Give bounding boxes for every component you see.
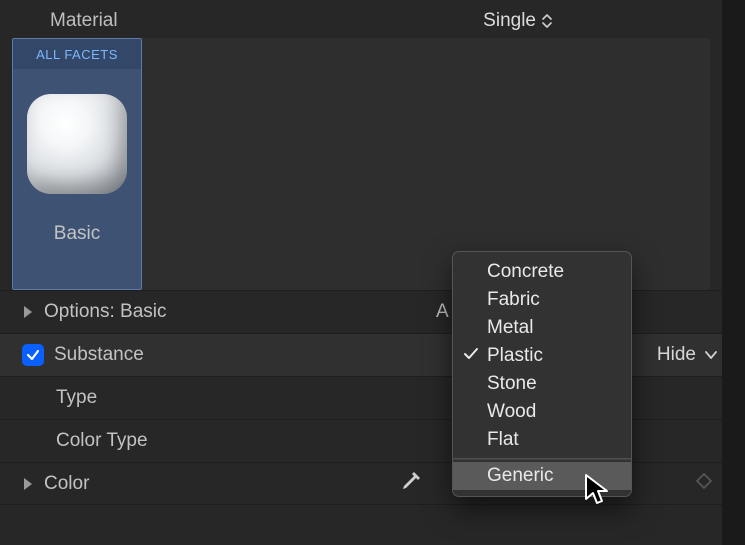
menu-item-label: Wood [487,401,536,422]
substance-checkbox[interactable] [22,344,44,366]
color-type-label: Color Type [56,430,148,452]
options-label: Options: Basic [44,301,167,323]
mouse-cursor-icon [584,473,610,513]
menu-item-label: Flat [487,429,519,450]
material-thumbnail [13,69,141,219]
type-label: Type [56,387,97,409]
menu-item-wood[interactable]: Wood [453,398,631,426]
substance-type-menu[interactable]: Concrete Fabric Metal Plastic Stone Wood… [452,251,632,497]
menu-separator [453,458,631,460]
facet-name: Basic [13,219,141,245]
material-title: Material [50,10,118,32]
material-header: Material Single [0,0,722,38]
menu-item-label: Stone [487,373,537,394]
color-label: Color [44,473,89,495]
menu-item-stone[interactable]: Stone [453,370,631,398]
disclosure-right-icon[interactable] [22,305,36,319]
menu-item-plastic[interactable]: Plastic [453,342,631,370]
facet-tile[interactable]: ALL FACETS Basic [12,38,142,290]
menu-item-label: Metal [487,317,533,338]
material-thumbnail-cube [27,94,127,194]
keyframe-diamond-icon[interactable] [696,473,712,495]
menu-item-fabric[interactable]: Fabric [453,286,631,314]
facet-tab[interactable]: ALL FACETS [13,39,141,69]
material-inspector-panel: Material Single ALL FACETS Basic Options… [0,0,722,545]
menu-item-metal[interactable]: Metal [453,314,631,342]
substance-label: Substance [54,344,144,366]
chevron-down-icon [704,350,718,360]
disclosure-right-icon[interactable] [22,477,36,491]
check-icon [463,346,479,368]
menu-item-label: Generic [487,465,554,486]
substance-hide-button[interactable]: Hide [657,344,718,366]
material-mode-value: Single [483,10,536,32]
hide-label: Hide [657,344,696,366]
menu-item-label: Concrete [487,261,564,282]
menu-item-concrete[interactable]: Concrete [453,258,631,286]
menu-item-flat[interactable]: Flat [453,426,631,454]
updown-icon [542,13,552,29]
eyedropper-icon[interactable] [400,470,422,498]
menu-item-label: Plastic [487,345,543,366]
options-right-partial: A [436,301,449,323]
menu-item-label: Fabric [487,289,540,310]
material-mode-select[interactable]: Single [483,10,552,32]
